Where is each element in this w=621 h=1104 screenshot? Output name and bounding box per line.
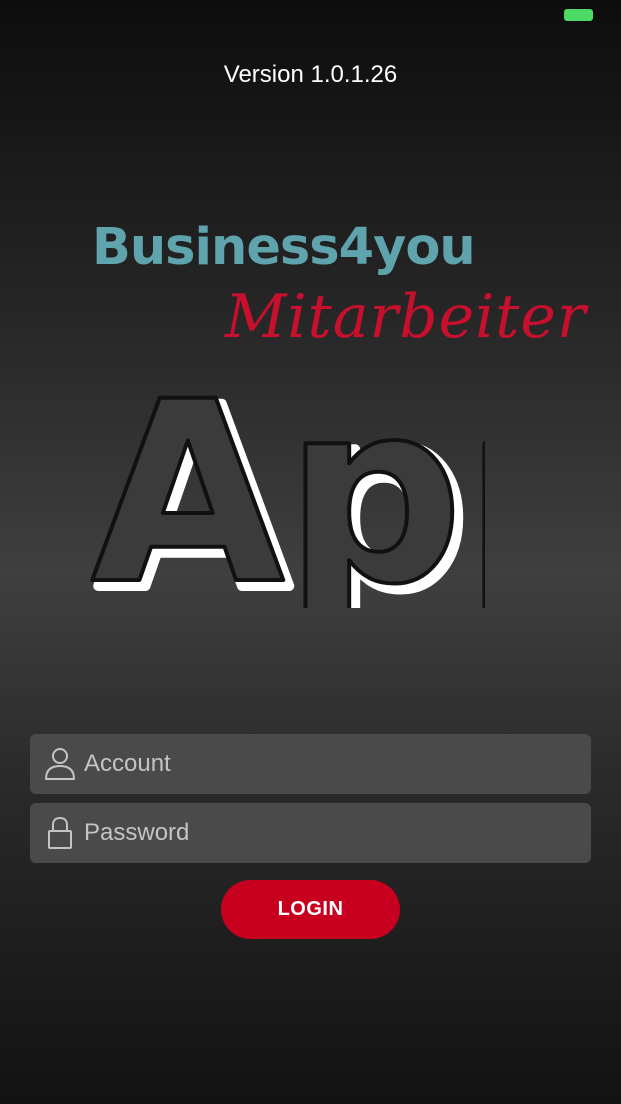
logo-brand-text: Business4you — [92, 218, 476, 277]
battery-icon — [564, 9, 593, 21]
login-screen: Version 1.0.1.26 Business4you Mitarbeite… — [0, 0, 621, 1104]
user-icon — [45, 748, 75, 780]
version-label: Version 1.0.1.26 — [223, 61, 398, 88]
account-field[interactable] — [30, 734, 591, 794]
status-bar — [0, 0, 621, 30]
logo-app-word: App App — [89, 346, 485, 608]
account-input[interactable] — [84, 734, 574, 794]
logo-app-word-face: App — [91, 348, 485, 608]
lock-icon — [48, 816, 72, 849]
app-logo: Business4you Mitarbeiter App App — [85, 210, 586, 610]
password-field[interactable] — [30, 803, 591, 863]
password-input[interactable] — [84, 803, 574, 863]
login-button[interactable]: LOGIN — [221, 880, 400, 939]
